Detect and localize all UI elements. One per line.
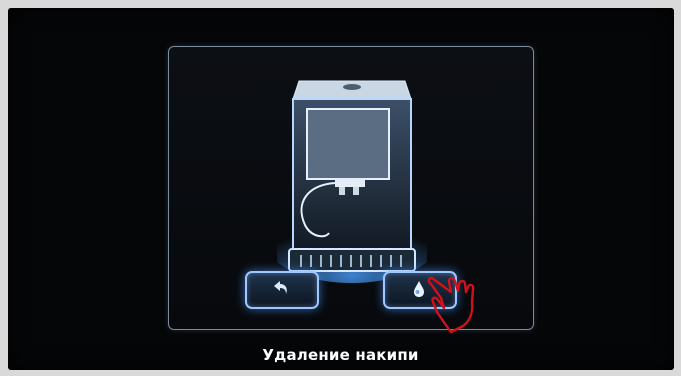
coffee-machine-icon	[277, 80, 427, 283]
status-caption: Удаление накипи	[262, 346, 419, 364]
device-screen: Удаление накипи	[8, 8, 674, 370]
hand-pointer-icon	[427, 276, 475, 334]
back-arrow-icon	[274, 281, 287, 294]
back-button[interactable]	[245, 271, 319, 309]
